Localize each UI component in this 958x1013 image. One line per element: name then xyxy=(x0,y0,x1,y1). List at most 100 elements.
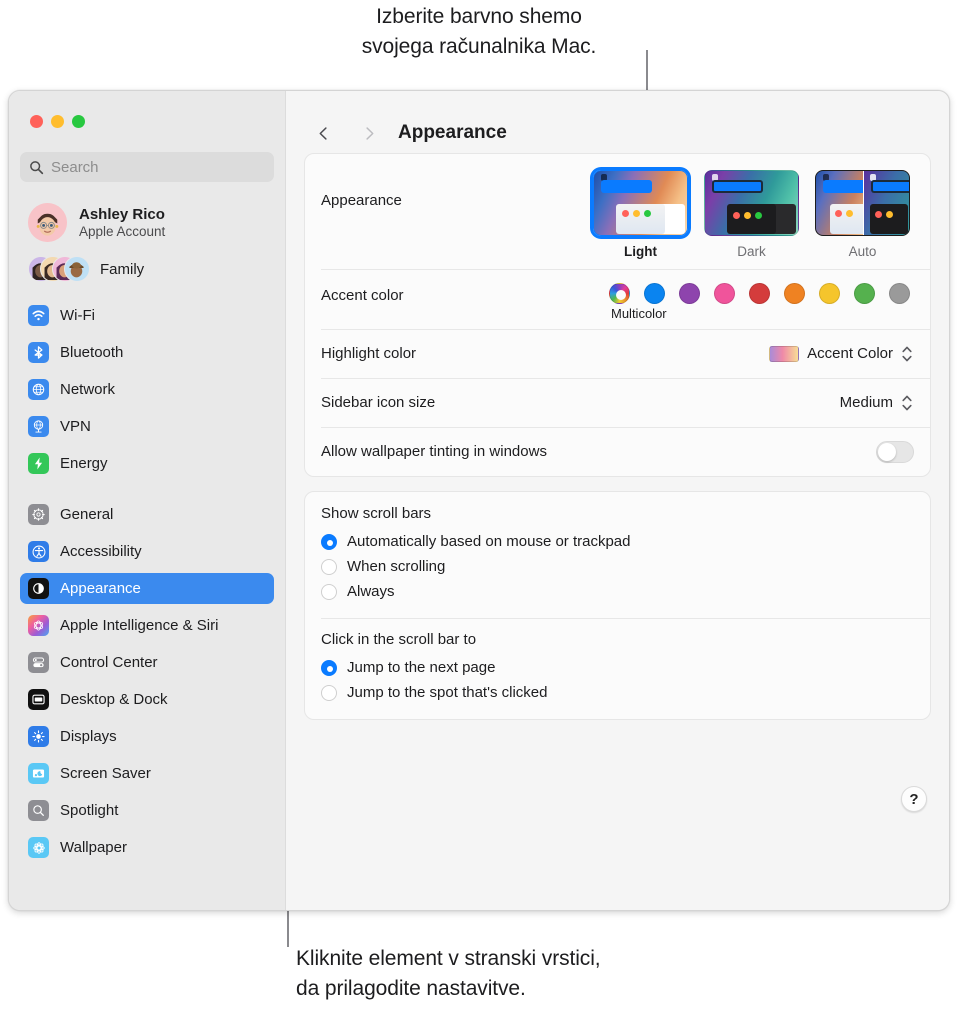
window-traffic-lights xyxy=(20,91,274,128)
radio-option-jump-to-spot[interactable]: Jump to the spot that's clicked xyxy=(321,680,914,705)
show-scroll-bars-group: Show scroll bars Automatically based on … xyxy=(305,492,930,618)
radio-option-label: Always xyxy=(347,583,395,600)
wifi-icon xyxy=(28,305,49,326)
family-label: Family xyxy=(100,260,145,278)
radio-option-automatic[interactable]: Automatically based on mouse or trackpad xyxy=(321,529,914,554)
radio-option-always[interactable]: Always xyxy=(321,579,914,604)
chevron-right-icon xyxy=(365,126,373,140)
click-scroll-bar-group: Click in the scroll bar to Jump to the n… xyxy=(305,618,930,719)
bluetooth-icon xyxy=(28,342,49,363)
light-mode-thumbnail xyxy=(593,170,688,236)
sidebar-item-label: Apple Intelligence & Siri xyxy=(60,617,219,634)
sidebar-item-apple-intelligence-siri[interactable]: Apple Intelligence & Siri xyxy=(20,610,274,641)
accent-swatch-purple[interactable] xyxy=(679,283,700,304)
callout-appearance-text: Izberite barvno shemo svojega računalnik… xyxy=(0,2,958,62)
sidebar-item-appearance[interactable]: Appearance xyxy=(20,573,274,604)
sidebar-item-bluetooth[interactable]: Bluetooth xyxy=(20,337,274,368)
minimize-button[interactable] xyxy=(51,115,64,128)
chevron-left-icon xyxy=(319,126,327,140)
sidebar-item-screen-saver[interactable]: Screen Saver xyxy=(20,758,274,789)
account-name: Ashley Rico xyxy=(79,206,165,223)
menu-bar-glyph xyxy=(712,179,763,193)
highlight-color-popup[interactable]: Accent Color xyxy=(769,343,914,365)
radio-button[interactable] xyxy=(321,583,337,600)
sidebar-item-energy[interactable]: Energy xyxy=(20,448,274,479)
click-scroll-bar-title: Click in the scroll bar to xyxy=(321,631,477,648)
sidebar-item-displays[interactable]: Displays xyxy=(20,721,274,752)
window-dots-glyph xyxy=(834,210,853,218)
screen-saver-icon xyxy=(28,763,49,784)
radio-option-label: Jump to the spot that's clicked xyxy=(347,684,548,701)
radio-button[interactable] xyxy=(321,659,337,676)
sidebar-item-wallpaper[interactable]: Wallpaper xyxy=(20,832,274,863)
accent-swatch-multicolor[interactable] xyxy=(609,283,630,304)
close-button[interactable] xyxy=(30,115,43,128)
sidebar-icon-size-row: Sidebar icon size Medium xyxy=(305,378,930,427)
wallpaper-tinting-toggle[interactable] xyxy=(876,440,914,463)
accent-swatch-red[interactable] xyxy=(749,283,770,304)
radio-option-label: Automatically based on mouse or trackpad xyxy=(347,533,631,550)
sidebar-item-label: General xyxy=(60,506,114,523)
window-dots-glyph xyxy=(622,210,652,218)
accent-swatch-pink[interactable] xyxy=(714,283,735,304)
zoom-button[interactable] xyxy=(72,115,85,128)
sidebar-item-label: Appearance xyxy=(60,580,141,597)
sidebar-item-desktop-dock[interactable]: Desktop & Dock xyxy=(20,684,274,715)
appearance-settings-card: Appearance Light Dark Auto Accent color … xyxy=(304,153,931,477)
help-button[interactable]: ? xyxy=(901,786,927,812)
apple-account-item[interactable]: Ashley Rico Apple Account xyxy=(20,199,274,246)
accent-color-selected-name: Multicolor xyxy=(611,306,667,321)
forward-button[interactable] xyxy=(354,118,384,148)
sidebar-item-label: Wallpaper xyxy=(60,839,127,856)
sidebar-group-system: General Accessibility Appearance Apple I… xyxy=(20,499,274,863)
radio-option-when-scrolling[interactable]: When scrolling xyxy=(321,554,914,579)
sidebar-item-vpn[interactable]: VPN xyxy=(20,411,274,442)
accessibility-icon xyxy=(28,541,49,562)
appearance-option-label: Light xyxy=(624,244,657,259)
family-item[interactable]: Family xyxy=(20,252,274,286)
sidebar-item-wi-fi[interactable]: Wi-Fi xyxy=(20,300,274,331)
sidebar-item-accessibility[interactable]: Accessibility xyxy=(20,536,274,567)
accent-swatch-yellow[interactable] xyxy=(819,283,840,304)
accent-swatch-graphite[interactable] xyxy=(889,283,910,304)
window-dots-glyph xyxy=(733,212,763,220)
content-header: Appearance xyxy=(304,91,931,153)
gear-icon xyxy=(28,504,49,525)
sidebar-icon-size-popup[interactable]: Medium xyxy=(840,392,914,414)
sidebar-item-general[interactable]: General xyxy=(20,499,274,530)
menu-bar-glyph xyxy=(870,179,909,193)
accent-color-chip xyxy=(769,345,800,362)
content-pane: Appearance Appearance Light Dark Auto Ac… xyxy=(286,91,949,910)
toggle-knob xyxy=(878,442,896,461)
back-button[interactable] xyxy=(308,118,338,148)
radio-button[interactable] xyxy=(321,684,337,701)
radio-option-label: When scrolling xyxy=(347,558,446,575)
appearance-contrast-icon xyxy=(28,578,49,599)
sidebar-item-spotlight[interactable]: Spotlight xyxy=(20,795,274,826)
accent-color-picker: Multicolor xyxy=(609,279,914,321)
sidebar-item-control-center[interactable]: Control Center xyxy=(20,647,274,678)
appearance-option-light[interactable]: Light xyxy=(593,170,688,259)
sidebar-icon-size-label: Sidebar icon size xyxy=(321,394,436,411)
radio-button[interactable] xyxy=(321,558,337,575)
radio-button[interactable] xyxy=(321,533,337,550)
accent-swatch-orange[interactable] xyxy=(784,283,805,304)
wallpaper-tinting-row: Allow wallpaper tinting in windows xyxy=(305,427,930,476)
front-window-glyph xyxy=(869,204,909,234)
sidebar-item-label: Displays xyxy=(60,728,117,745)
show-scroll-bars-title: Show scroll bars xyxy=(321,505,432,522)
appearance-mode-options: Light Dark Auto xyxy=(593,170,914,259)
appearance-option-auto[interactable]: Auto xyxy=(815,170,910,259)
callout-bottom-line2: da prilagodite nastavitve. xyxy=(296,977,526,1000)
callout-bottom-line1: Kliknite element v stranski vrstici, xyxy=(296,947,601,970)
search-field[interactable]: Search xyxy=(20,152,274,182)
accent-swatch-green[interactable] xyxy=(854,283,875,304)
appearance-option-label: Dark xyxy=(737,244,766,259)
appearance-option-dark[interactable]: Dark xyxy=(704,170,799,259)
front-window-glyph xyxy=(829,204,863,234)
sidebar-item-label: VPN xyxy=(60,418,91,435)
accent-swatch-blue[interactable] xyxy=(644,283,665,304)
sidebar-item-network[interactable]: Network xyxy=(20,374,274,405)
radio-option-jump-next-page[interactable]: Jump to the next page xyxy=(321,655,914,680)
front-window-glyph xyxy=(616,204,665,234)
